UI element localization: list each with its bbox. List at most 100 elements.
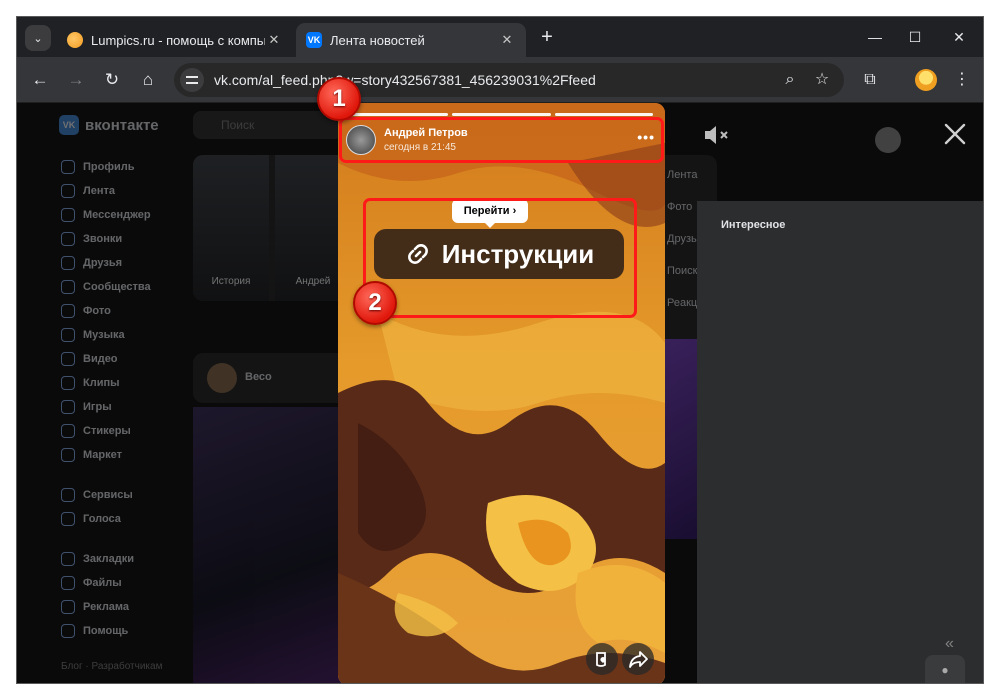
browser-toolbar: ← → ↻ ⌂ vk.com/al_feed.php?w=story432567… xyxy=(17,57,983,103)
chat-bubble-icon[interactable]: ● xyxy=(925,655,965,683)
filter-item[interactable]: Лента xyxy=(661,155,717,187)
vk-user-avatar[interactable] xyxy=(875,127,901,153)
story-side-panel: Интересное « ● xyxy=(697,201,983,683)
sidebar-item-communities[interactable]: Сообщества xyxy=(61,275,191,299)
lumpics-favicon-icon xyxy=(67,32,83,48)
share-button[interactable] xyxy=(622,643,654,675)
tab-close-icon[interactable]: ✕ xyxy=(265,32,283,48)
sidebar-item-games[interactable]: Игры xyxy=(61,395,191,419)
page-viewport: VK вконтакте Поиск Профиль Лента Мессенд… xyxy=(17,103,983,683)
sidebar-item-video[interactable]: Видео xyxy=(61,347,191,371)
annotation-box-2 xyxy=(363,198,637,318)
music-icon xyxy=(61,328,75,342)
tab-close-icon[interactable]: ✕ xyxy=(498,32,516,48)
market-icon xyxy=(61,448,75,462)
new-tab-icon[interactable]: + xyxy=(537,27,557,47)
extensions-icon[interactable]: ⧉ xyxy=(859,69,881,91)
vk-logo-text: вконтакте xyxy=(85,116,159,134)
post-author-name[interactable]: Весо xyxy=(245,371,272,383)
reaction-button[interactable] xyxy=(586,643,618,675)
zoom-icon[interactable]: ⌕ xyxy=(780,70,800,90)
close-story-icon[interactable] xyxy=(941,120,969,148)
sidebar-item-market[interactable]: Маркет xyxy=(61,443,191,467)
story-progress xyxy=(350,113,653,116)
sidebar-item-bookmarks[interactable]: Закладки xyxy=(61,547,191,571)
sidebar-item-calls[interactable]: Звонки xyxy=(61,227,191,251)
communities-icon xyxy=(61,280,75,294)
calls-icon xyxy=(61,232,75,246)
sidebar-item-clips[interactable]: Клипы xyxy=(61,371,191,395)
ads-icon xyxy=(61,600,75,614)
sidebar-item-photos[interactable]: Фото xyxy=(61,299,191,323)
sidebar-item-messenger[interactable]: Мессенджер xyxy=(61,203,191,227)
help-icon xyxy=(61,624,75,638)
vk-post-header: Весо xyxy=(193,353,353,403)
sidebar-item-feed[interactable]: Лента xyxy=(61,179,191,203)
sidebar-item-help[interactable]: Помощь xyxy=(61,619,191,643)
sidebar-item-stickers[interactable]: Стикеры xyxy=(61,419,191,443)
vk-sidebar: Профиль Лента Мессенджер Звонки Друзья С… xyxy=(61,155,191,643)
annotation-box-1 xyxy=(339,117,664,163)
vk-search-input[interactable]: Поиск xyxy=(193,111,343,139)
votes-icon xyxy=(61,512,75,526)
back-icon[interactable]: ← xyxy=(29,69,51,91)
feed-icon xyxy=(61,184,75,198)
minimize-icon[interactable]: — xyxy=(865,27,885,47)
menu-icon[interactable]: ⋮ xyxy=(951,69,973,91)
vk-favicon-icon: VK xyxy=(306,32,322,48)
progress-segment xyxy=(554,113,653,116)
heart-hand-icon xyxy=(596,652,606,667)
story-viewer[interactable]: Андрей Петров сегодня в 21:45 ••• Перейт… xyxy=(338,103,665,683)
story-card-own[interactable]: История xyxy=(193,155,269,301)
sidebar-item-music[interactable]: Музыка xyxy=(61,323,191,347)
site-info-icon[interactable] xyxy=(180,68,204,92)
files-icon xyxy=(61,576,75,590)
sidebar-item-files[interactable]: Файлы xyxy=(61,571,191,595)
messenger-icon xyxy=(61,208,75,222)
forward-icon[interactable]: → xyxy=(65,69,87,91)
bookmark-star-icon[interactable]: ☆ xyxy=(812,70,832,90)
mute-icon[interactable] xyxy=(703,123,733,147)
friends-icon xyxy=(61,256,75,270)
sidebar-item-profile[interactable]: Профиль xyxy=(61,155,191,179)
vk-stories-strip: История Андрей xyxy=(193,155,353,301)
avatar[interactable] xyxy=(207,363,237,393)
fractal-background xyxy=(338,103,665,683)
bookmarks-icon xyxy=(61,552,75,566)
clips-icon xyxy=(61,376,75,390)
tab-lumpics[interactable]: Lumpics.ru - помощь с компьютером ✕ xyxy=(57,23,293,57)
progress-segment xyxy=(350,113,449,116)
collapse-chevron-icon[interactable]: « xyxy=(945,635,954,653)
window-close-icon[interactable]: ✕ xyxy=(949,27,969,47)
vk-footer-links[interactable]: Блог · Разработчикам xyxy=(61,661,162,672)
profile-icon xyxy=(61,160,75,174)
sidebar-item-ads[interactable]: Реклама xyxy=(61,595,191,619)
tab-vk-feed[interactable]: VK Лента новостей ✕ xyxy=(296,23,526,57)
maximize-icon[interactable]: ☐ xyxy=(905,27,925,47)
annotation-badge-2: 2 xyxy=(353,281,397,325)
sidebar-item-votes[interactable]: Голоса xyxy=(61,507,191,531)
address-bar[interactable]: vk.com/al_feed.php?w=story432567381_4562… xyxy=(174,63,844,97)
annotation-badge-1: 1 xyxy=(317,77,361,121)
vk-logo[interactable]: VK вконтакте xyxy=(59,115,159,135)
nav-divider xyxy=(61,531,191,547)
progress-segment xyxy=(452,113,551,116)
vk-post-image[interactable] xyxy=(193,407,353,683)
panel-heading: Интересное xyxy=(721,219,786,231)
profile-avatar[interactable] xyxy=(915,69,937,91)
sidebar-item-friends[interactable]: Друзья xyxy=(61,251,191,275)
stickers-icon xyxy=(61,424,75,438)
tab-title: Lumpics.ru - помощь с компьютером xyxy=(91,32,265,48)
tab-strip: ⌄ Lumpics.ru - помощь с компьютером ✕ VK… xyxy=(17,17,983,57)
video-icon xyxy=(61,352,75,366)
home-icon[interactable]: ⌂ xyxy=(137,69,159,91)
vk-logo-icon: VK xyxy=(59,115,79,135)
services-icon xyxy=(61,488,75,502)
browser-window: ⌄ Lumpics.ru - помощь с компьютером ✕ VK… xyxy=(16,16,984,684)
tab-title: Лента новостей xyxy=(330,32,425,48)
sidebar-item-services[interactable]: Сервисы xyxy=(61,483,191,507)
tab-search-icon[interactable]: ⌄ xyxy=(25,25,51,51)
url-text: vk.com/al_feed.php?w=story432567381_4562… xyxy=(214,72,596,88)
reload-icon[interactable]: ↻ xyxy=(101,69,123,91)
games-icon xyxy=(61,400,75,414)
